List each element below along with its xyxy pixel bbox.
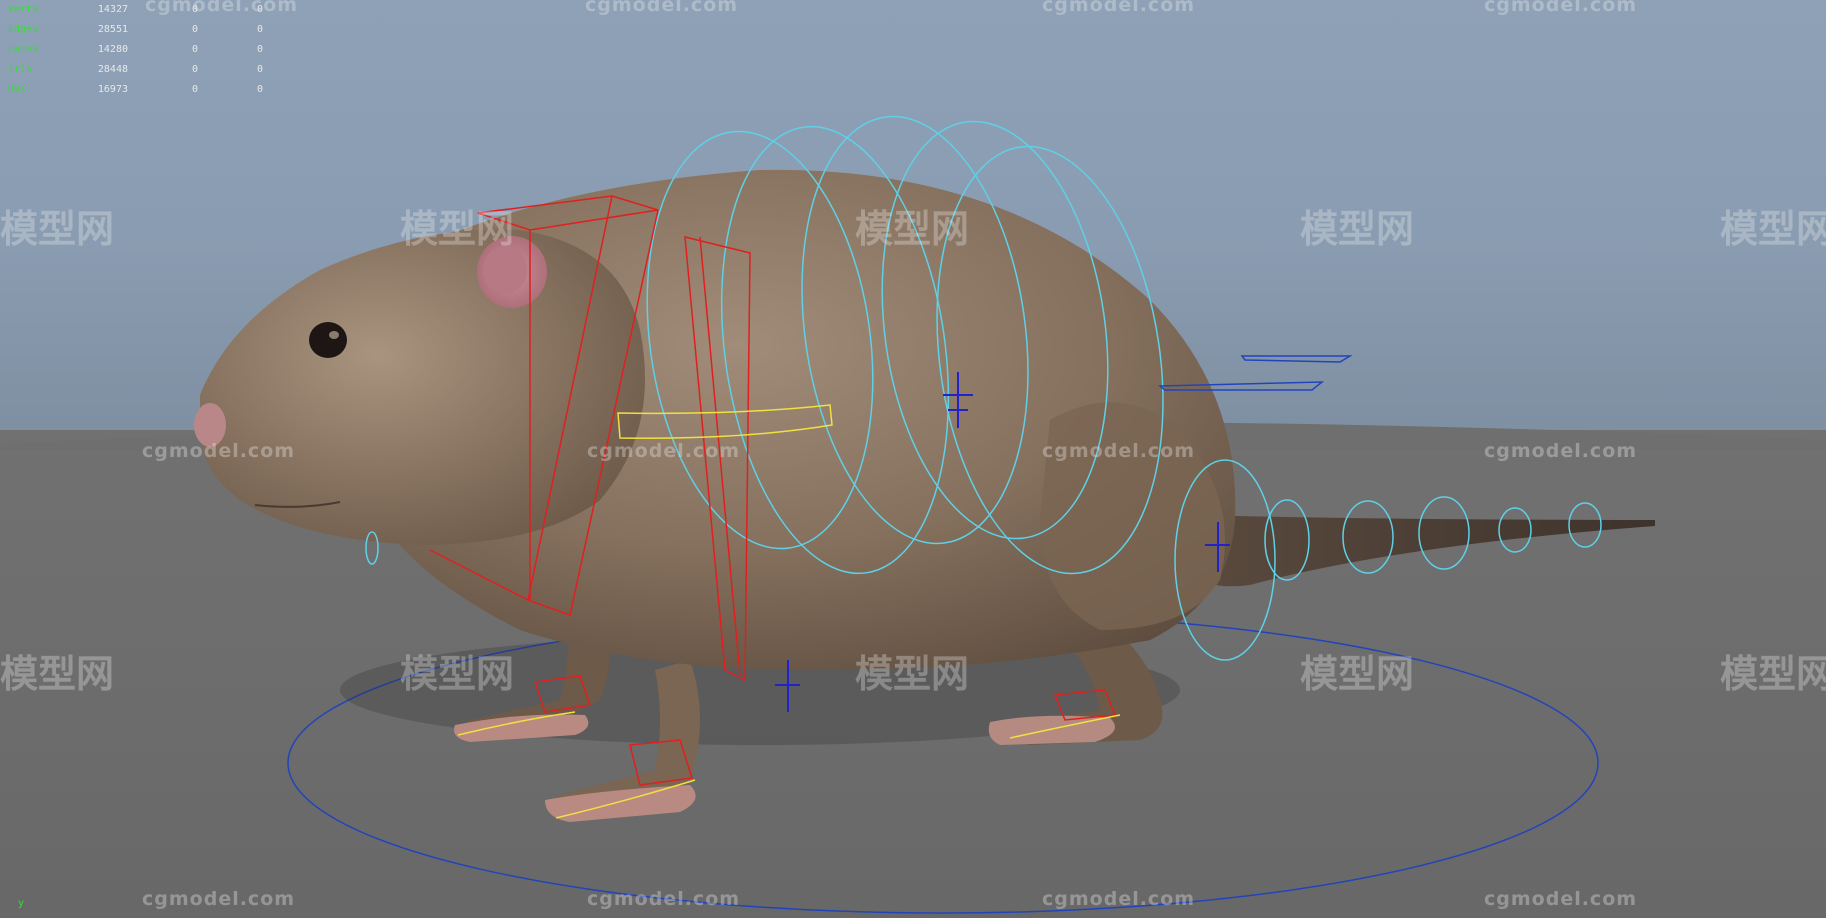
watermark-cn: 模型网 — [0, 207, 115, 251]
hud-label: Verts — [8, 4, 39, 15]
watermark-cn: 模型网 — [400, 207, 515, 251]
hud-label: Tris — [8, 64, 33, 75]
hud-total: 16973 — [97, 84, 128, 95]
hud-total: 28551 — [97, 24, 128, 35]
watermark-cn: 模型网 — [1300, 652, 1415, 696]
hud-total: 28448 — [97, 64, 128, 75]
watermark-cn: 模型网 — [1720, 652, 1826, 696]
axis-gizmo-icon: y — [18, 898, 24, 909]
watermark-url: cgmodel.com — [142, 888, 296, 910]
hud-selected: 0 — [191, 44, 198, 55]
hud-row-edges: Edges 28551 0 0 — [8, 20, 263, 40]
hud-label: Faces — [8, 44, 39, 55]
watermark-url: cgmodel.com — [1484, 0, 1638, 16]
rat-front-foot[interactable] — [545, 785, 696, 822]
hud-total: 14280 — [97, 44, 128, 55]
watermark-url: cgmodel.com — [587, 888, 741, 910]
hud-row-verts: Verts 14327 0 0 — [8, 0, 263, 20]
hud-component: 0 — [256, 44, 263, 55]
watermark-url: cgmodel.com — [1042, 888, 1196, 910]
hud-label: UVs — [8, 84, 27, 95]
watermark-cn: 模型网 — [1300, 207, 1415, 251]
hud-component: 0 — [256, 64, 263, 75]
watermark-cn: 模型网 — [855, 652, 970, 696]
watermark-url: cgmodel.com — [1042, 0, 1196, 16]
rat-eye[interactable] — [309, 322, 347, 358]
hud-component: 0 — [256, 84, 263, 95]
axis-y-label: y — [18, 898, 25, 909]
hud-selected: 0 — [191, 24, 198, 35]
watermark-url: cgmodel.com — [1484, 888, 1638, 910]
hud-component: 0 — [256, 24, 263, 35]
hud-row-uvs: UVs 16973 0 0 — [8, 80, 263, 100]
watermark-cn: 模型网 — [1720, 207, 1826, 251]
poly-count-hud: Verts 14327 0 0 Edges 28551 0 0 Faces 14… — [8, 0, 263, 100]
watermark-url: cgmodel.com — [1484, 440, 1638, 462]
hud-component: 0 — [256, 4, 263, 15]
rat-ear-inner — [483, 246, 527, 294]
watermark-url: cgmodel.com — [587, 440, 741, 462]
watermark-cn: 模型网 — [0, 652, 115, 696]
watermark-url: cgmodel.com — [585, 0, 739, 16]
hud-total: 14327 — [97, 4, 128, 15]
hud-label: Edges — [8, 24, 39, 35]
rat-eye-highlight — [329, 331, 339, 339]
hud-selected: 0 — [191, 84, 198, 95]
watermark-url: cgmodel.com — [1042, 440, 1196, 462]
hud-selected: 0 — [191, 64, 198, 75]
hud-selected: 0 — [191, 4, 198, 15]
watermark-cn: 模型网 — [855, 207, 970, 251]
watermark-url: cgmodel.com — [142, 440, 296, 462]
watermark-cn: 模型网 — [400, 652, 515, 696]
hud-row-tris: Tris 28448 0 0 — [8, 60, 263, 80]
viewport-3d[interactable]: cgmodel.com cgmodel.com cgmodel.com cgmo… — [0, 0, 1826, 918]
rat-head[interactable] — [200, 229, 645, 546]
hud-row-faces: Faces 14280 0 0 — [8, 40, 263, 60]
